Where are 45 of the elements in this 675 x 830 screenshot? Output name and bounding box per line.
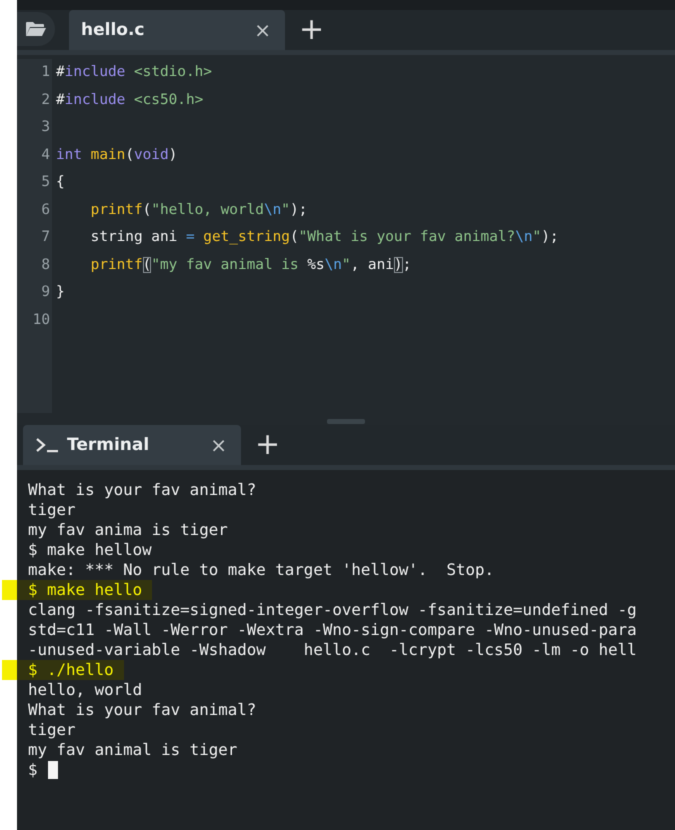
line-number: 6 (40, 200, 51, 220)
highlighted-command: $ ./hello (2, 660, 124, 680)
line-number: 4 (40, 146, 51, 164)
terminal-line: tiger (28, 720, 76, 740)
code-line: printf("my fav animal is %s\n", ani); (90, 256, 412, 272)
terminal-line: What is your fav animal? (28, 700, 256, 720)
terminal-line: make: *** No rule to make target 'hellow'. Stop. (28, 560, 494, 580)
code-line: printf("hello, world\n"); (90, 202, 308, 218)
new-tab-button[interactable]: + (285, 10, 338, 50)
terminal-line: std=c11 -Wall -Werror -Wextra -Wno-sign-compare -Wno-unused-para (28, 620, 637, 640)
folder-icon (25, 21, 47, 37)
new-tab-button[interactable]: + (241, 425, 294, 465)
code-line: int main(void) (56, 146, 178, 162)
line-number: 1 (40, 63, 51, 82)
terminal-line: tiger (28, 500, 76, 520)
terminal-line: hello, world (28, 680, 142, 700)
line-number: 2 (40, 90, 51, 110)
file-tab[interactable]: hello.c × (69, 10, 285, 50)
code-line: #include <cs50.h> (56, 92, 204, 108)
code-line: #include <stdio.h> (56, 64, 212, 80)
code-line: { (56, 174, 65, 190)
line-number: 5 (40, 173, 51, 192)
tab-label: hello.c (81, 20, 146, 40)
terminal-line: -unused-variable -Wshadow hello.c -lcrypt -lcs50 -lm -o hell (28, 640, 637, 660)
code-line: string ani = get_string("What is your fav animal?\n"); (90, 229, 559, 245)
line-number: 10 (32, 310, 51, 330)
resize-handle[interactable] (327, 418, 365, 424)
line-number: 3 (40, 118, 51, 137)
terminal-line: $ make hellow (28, 540, 152, 560)
terminal-icon (35, 437, 59, 453)
terminal-line: $ (28, 760, 38, 780)
terminal-line: my fav anima is tiger (28, 520, 228, 540)
folder-button[interactable] (17, 12, 55, 46)
terminal-line: What is your fav animal? (28, 480, 256, 500)
close-icon[interactable]: × (254, 18, 271, 42)
terminal-line: clang -fsanitize=signed-integer-overflow -fsanitize=undefined -g (28, 600, 637, 620)
close-icon[interactable]: × (210, 433, 227, 457)
terminal-tab[interactable]: Terminal × (23, 425, 241, 465)
line-number: 8 (40, 256, 51, 274)
highlighted-command: $ make hello (2, 580, 152, 600)
tab-label: Terminal (67, 435, 150, 455)
code-line: } (56, 284, 65, 300)
terminal-line: my fav animal is tiger (28, 740, 238, 760)
line-number: 7 (40, 228, 51, 247)
line-number: 9 (40, 283, 51, 302)
